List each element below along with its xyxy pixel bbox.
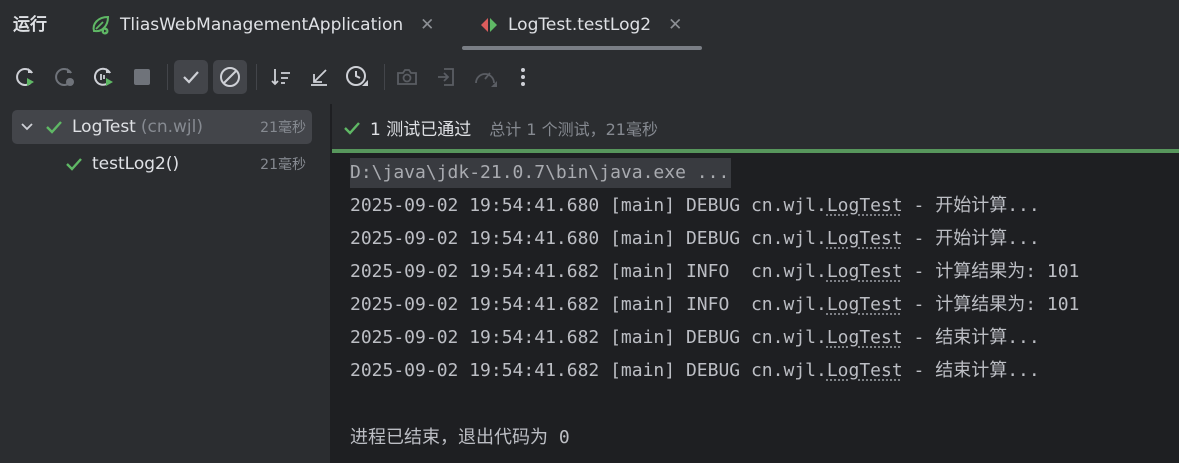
log-message: - 结束计算... — [902, 327, 1040, 348]
log-class-link[interactable]: LogTest — [827, 294, 903, 315]
toolbar-separator — [256, 64, 257, 90]
stop-button[interactable] — [125, 60, 159, 94]
log-prefix: 2025-09-02 19:54:41.682 [main] DEBUG cn.… — [350, 327, 827, 348]
toolbar-separator — [167, 64, 168, 90]
toolbar-separator — [384, 64, 385, 90]
log-class-link[interactable]: LogTest — [827, 360, 903, 381]
console-output[interactable]: D:\java\jdk-21.0.7\bin\java.exe ... 2025… — [332, 153, 1179, 463]
test-results-tree: LogTest (cn.wjl) 21毫秒 testLog2() 21毫秒 — [0, 104, 330, 463]
collapse-all-button[interactable] — [302, 60, 336, 94]
log-prefix: 2025-09-02 19:54:41.680 [main] DEBUG cn.… — [350, 195, 827, 216]
log-prefix: 2025-09-02 19:54:41.680 [main] DEBUG cn.… — [350, 228, 827, 249]
test-duration: 21毫秒 — [260, 120, 306, 136]
coverage-button[interactable] — [468, 60, 502, 94]
more-vertical-icon — [521, 68, 525, 86]
tool-window-title: 运行 — [13, 15, 47, 35]
rerun-button[interactable] — [9, 60, 43, 94]
test-class-name: LogTest — [72, 117, 136, 137]
run-tool-window-header: 运行 TliasWebManagementApplication ✕ LogTe… — [0, 0, 1179, 50]
console-log-line: 2025-09-02 19:54:41.680 [main] DEBUG cn.… — [350, 191, 1040, 221]
tests-passed-text: 1 测试已通过 — [370, 120, 472, 140]
log-class-link[interactable]: LogTest — [827, 327, 903, 348]
more-options-button[interactable] — [506, 60, 540, 94]
log-class-link[interactable]: LogTest — [827, 228, 903, 249]
console-exit-message: 进程已结束，退出代码为 0 — [350, 427, 570, 448]
toggle-auto-test-button[interactable] — [87, 60, 121, 94]
test-status-bar: 1 测试已通过 总计 1 个测试，21毫秒 — [332, 104, 1179, 151]
clock-icon — [346, 66, 368, 86]
console-log-line: 2025-09-02 19:54:41.682 [main] DEBUG cn.… — [350, 356, 1040, 386]
show-ignored-button[interactable] — [213, 60, 247, 94]
log-message: - 开始计算... — [902, 228, 1040, 249]
gauge-icon — [475, 72, 497, 87]
console-log-line: 2025-09-02 19:54:41.682 [main] INFO cn.w… — [350, 290, 1079, 320]
test-passed-icon — [64, 154, 84, 174]
check-icon — [183, 71, 199, 84]
import-tests-button[interactable] — [429, 60, 463, 94]
camera-icon — [397, 69, 417, 85]
test-duration: 21毫秒 — [260, 157, 306, 173]
rerun-icon — [16, 68, 34, 86]
console-log-line: 2025-09-02 19:54:41.682 [main] DEBUG cn.… — [350, 323, 1040, 353]
tab-logtest-testlog2[interactable]: LogTest.testLog2 ✕ — [478, 0, 682, 50]
tree-node-logtest[interactable]: LogTest (cn.wjl) 21毫秒 — [12, 110, 312, 144]
import-icon — [438, 68, 454, 86]
spring-boot-run-icon — [90, 14, 112, 36]
close-icon[interactable]: ✕ — [668, 15, 682, 35]
log-prefix: 2025-09-02 19:54:41.682 [main] INFO cn.w… — [350, 294, 827, 315]
ignored-icon — [220, 67, 240, 87]
log-message: - 开始计算... — [902, 195, 1040, 216]
rerun-failed-button[interactable] — [48, 60, 82, 94]
log-message: - 结束计算... — [902, 360, 1040, 381]
log-prefix: 2025-09-02 19:54:41.682 [main] DEBUG cn.… — [350, 360, 827, 381]
console-log-line: 2025-09-02 19:54:41.680 [main] DEBUG cn.… — [350, 224, 1040, 254]
log-class-link[interactable]: LogTest — [827, 261, 903, 282]
log-message: - 计算结果为: 101 — [902, 294, 1080, 315]
screenshot-button[interactable] — [390, 60, 424, 94]
test-passed-icon — [342, 118, 362, 138]
sort-by-duration-button[interactable] — [340, 60, 374, 94]
test-runner-toolbar — [0, 50, 1179, 104]
console-log-line: 2025-09-02 19:54:41.682 [main] INFO cn.w… — [350, 257, 1079, 287]
sort-alphabetically-button[interactable] — [264, 60, 298, 94]
show-passed-button[interactable] — [174, 60, 208, 94]
junit-test-icon — [478, 14, 500, 36]
log-prefix: 2025-09-02 19:54:41.682 [main] INFO cn.w… — [350, 261, 827, 282]
test-passed-icon — [44, 117, 64, 137]
console-command-line[interactable]: D:\java\jdk-21.0.7\bin\java.exe ... — [350, 158, 732, 188]
collapse-icon — [311, 69, 327, 86]
auto-rerun-icon — [93, 67, 113, 86]
rerun-failed-icon — [55, 68, 74, 86]
tests-summary-text: 总计 1 个测试，21毫秒 — [489, 119, 658, 139]
tab-label: LogTest.testLog2 — [508, 15, 652, 35]
close-icon[interactable]: ✕ — [420, 15, 434, 35]
chevron-down-icon[interactable] — [20, 120, 34, 134]
tab-tlias-web-management-application[interactable]: TliasWebManagementApplication ✕ — [90, 0, 434, 50]
log-class-link[interactable]: LogTest — [827, 195, 903, 216]
log-message: - 计算结果为: 101 — [902, 261, 1080, 282]
tree-node-testlog2[interactable]: testLog2() 21毫秒 — [12, 147, 312, 181]
stop-icon — [134, 69, 150, 85]
test-package-name: (cn.wjl) — [140, 117, 203, 137]
tab-label: TliasWebManagementApplication — [120, 15, 404, 35]
sort-icon — [271, 69, 290, 86]
test-method-name: testLog2() — [92, 154, 180, 174]
